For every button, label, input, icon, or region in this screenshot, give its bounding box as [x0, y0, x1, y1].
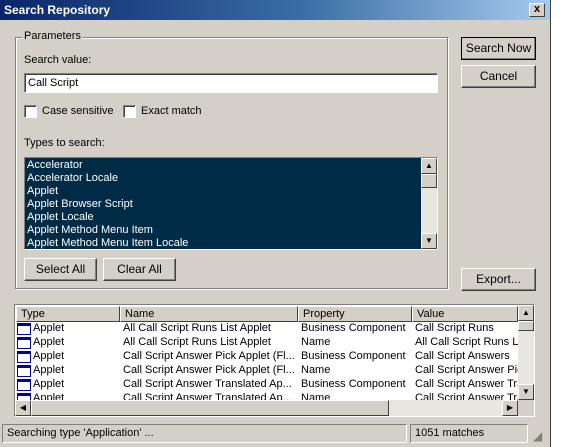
cell-type: Applet [33, 378, 65, 390]
status-match-count: 1051 matches [410, 424, 528, 443]
close-icon[interactable]: x [529, 3, 545, 17]
table-row[interactable]: Applet Call Script Answer Pick Applet (F… [15, 350, 518, 364]
parameters-group-label: Parameters [22, 30, 83, 42]
types-list-item[interactable]: Applet Method Menu Item Locale [27, 237, 188, 249]
types-list-item[interactable]: Accelerator [27, 159, 83, 171]
object-folder-icon [17, 337, 31, 349]
cell-type: Applet [33, 350, 65, 362]
scroll-down-icon[interactable]: ▼ [518, 384, 534, 400]
scroll-right-icon[interactable]: ▶ [502, 400, 518, 416]
object-folder-icon [17, 379, 31, 391]
types-list[interactable]: Accelerator Accelerator Locale Applet Ap… [24, 157, 438, 250]
cell-name: Call Script Answer Translated Ap... [123, 392, 292, 400]
results-horizontal-scrollbar[interactable]: ◀ ▶ [15, 400, 518, 416]
cell-type: Applet [33, 364, 65, 376]
table-row[interactable]: Applet Call Script Answer Translated Ap.… [15, 392, 518, 400]
column-header-property[interactable]: Property [298, 306, 412, 322]
types-list-item[interactable]: Applet Browser Script [27, 198, 133, 210]
cell-name: Call Script Answer Translated Ap... [123, 378, 292, 390]
cell-type: Applet [33, 392, 65, 400]
exact-match-checkbox[interactable] [123, 105, 136, 118]
table-row[interactable]: Applet All Call Script Runs List Applet … [15, 322, 518, 336]
scroll-up-icon[interactable]: ▲ [421, 158, 437, 174]
table-row[interactable]: Applet Call Script Answer Pick Applet (F… [15, 364, 518, 378]
column-header-value[interactable]: Value [412, 306, 518, 322]
cell-value: Call Script Answer Tra [415, 378, 518, 390]
scroll-up-icon[interactable]: ▲ [518, 305, 534, 321]
table-row[interactable]: Applet All Call Script Runs List Applet … [15, 336, 518, 350]
case-sensitive-label: Case sensitive [42, 105, 114, 117]
select-all-button[interactable]: Select All [24, 258, 97, 281]
cell-name: Call Script Answer Pick Applet (Fl... [123, 350, 295, 362]
scroll-left-icon[interactable]: ◀ [15, 400, 31, 416]
status-message: Searching type 'Application' ... [2, 424, 407, 443]
types-list-item[interactable]: Applet Locale [27, 211, 94, 223]
object-folder-icon [17, 365, 31, 377]
cell-value: Call Script Runs [415, 322, 494, 334]
search-repository-dialog: Search Repository x Parameters Search va… [0, 0, 551, 447]
case-sensitive-checkbox[interactable] [24, 105, 37, 118]
cell-name: All Call Script Runs List Applet [123, 322, 271, 334]
types-list-item[interactable]: Applet Method Menu Item [27, 224, 153, 236]
object-folder-icon [17, 323, 31, 335]
cancel-button[interactable]: Cancel [461, 65, 536, 88]
types-list-item[interactable]: Applet [27, 185, 58, 197]
title-bar[interactable]: Search Repository x [0, 0, 550, 20]
column-header-type[interactable]: Type [16, 306, 120, 322]
search-now-button[interactable]: Search Now [461, 37, 536, 60]
cell-name: All Call Script Runs List Applet [123, 336, 271, 348]
cell-property: Name [301, 364, 331, 376]
scroll-thumb[interactable] [421, 174, 437, 188]
scroll-thumb[interactable] [31, 400, 389, 416]
clear-all-button[interactable]: Clear All [103, 258, 176, 281]
cell-name: Call Script Answer Pick Applet (Fl... [123, 364, 295, 376]
scroll-corner [518, 400, 534, 416]
results-vertical-scrollbar[interactable]: ▲ ▼ [518, 305, 534, 400]
cell-property: Business Component [301, 322, 406, 334]
cell-value: Call Script Answers [415, 350, 510, 362]
types-list-scrollbar[interactable]: ▲ ▼ [421, 158, 437, 249]
types-list-item[interactable]: Accelerator Locale [27, 172, 118, 184]
search-value-label: Search value: [24, 54, 92, 66]
object-folder-icon [17, 351, 31, 363]
window-title: Search Repository [4, 3, 111, 17]
cell-property: Name [301, 336, 331, 348]
cell-type: Applet [33, 336, 65, 348]
column-header-name[interactable]: Name [120, 306, 298, 322]
cell-type: Applet [33, 322, 65, 334]
scroll-down-icon[interactable]: ▼ [421, 233, 437, 249]
search-value-input[interactable]: Call Script [24, 73, 438, 93]
cell-value: Call Script Answer Tra [415, 392, 518, 400]
results-list[interactable]: Type Name Property Value Applet All Call… [14, 304, 535, 417]
cell-property: Business Component [301, 350, 406, 362]
cell-property: Name [301, 392, 331, 400]
cell-value: All Call Script Runs Lis [415, 336, 518, 348]
export-button[interactable]: Export... [461, 268, 536, 291]
cell-property: Business Component [301, 378, 406, 390]
resize-grip-icon[interactable]: ◢ [533, 429, 547, 443]
scroll-thumb[interactable] [518, 321, 534, 331]
cell-value: Call Script Answer Pic [415, 364, 518, 376]
exact-match-label: Exact match [141, 105, 202, 117]
types-to-search-label: Types to search: [24, 137, 105, 149]
object-folder-icon [17, 393, 31, 400]
table-row[interactable]: Applet Call Script Answer Translated Ap.… [15, 378, 518, 392]
